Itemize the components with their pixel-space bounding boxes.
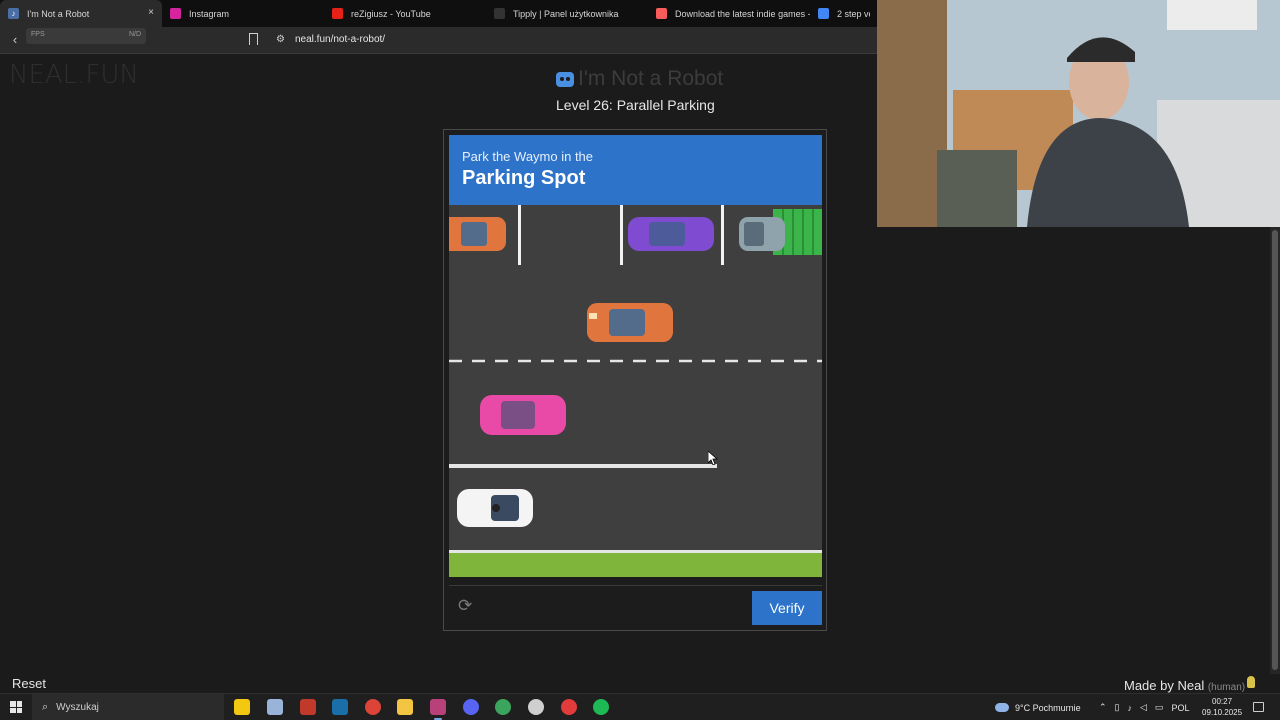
close-tab-icon[interactable]: × xyxy=(148,7,154,18)
windows-taskbar: ⌕ Wyszukaj 9°C Pochmurnie ⌃ ▯ ♪ ◁ ▭ POL … xyxy=(0,693,1280,720)
address-bar[interactable]: neal.fun/not-a-robot/ xyxy=(295,34,385,45)
weather-text: 9°C Pochmurnie xyxy=(1015,702,1081,713)
parking-line xyxy=(518,205,521,265)
clock-time: 00:27 xyxy=(1212,697,1233,706)
windows-start-icon[interactable] xyxy=(10,701,22,713)
tab-label: Download the latest indie games - It xyxy=(675,8,810,19)
battery-icon[interactable]: ▯ xyxy=(1115,702,1120,713)
refresh-icon[interactable]: ⟳ xyxy=(458,597,476,615)
search-placeholder: Wyszukaj xyxy=(56,702,99,713)
weather-widget[interactable]: 9°C Pochmurnie xyxy=(995,694,1081,720)
level-subtitle: Level 26: Parallel Parking xyxy=(556,97,715,113)
discord-icon[interactable] xyxy=(463,699,479,715)
tab-tipply[interactable]: Tipply | Panel użytkownika xyxy=(486,0,648,27)
parked-purple-car xyxy=(628,217,714,251)
app-icon[interactable] xyxy=(300,699,316,715)
scrollbar-thumb[interactable] xyxy=(1272,230,1278,670)
webcam-overlay xyxy=(877,0,1280,227)
waymo-car[interactable] xyxy=(457,489,533,527)
parking-scene xyxy=(449,205,822,577)
captcha-prompt-small: Park the Waymo in the xyxy=(462,149,594,164)
robot-icon xyxy=(556,71,574,87)
site-info-icon[interactable]: ⚙ xyxy=(276,34,285,45)
volume-icon[interactable]: ◁ xyxy=(1140,702,1147,713)
chevron-up-icon[interactable]: ⌃ xyxy=(1099,702,1107,713)
cloud-icon xyxy=(995,703,1009,712)
tab-label: reZigiusz - YouTube xyxy=(351,8,431,19)
network-icon[interactable]: ▭ xyxy=(1155,702,1164,713)
neal-fun-logo[interactable]: NEAL.FUN xyxy=(9,60,139,90)
system-tray: ⌃ ▯ ♪ ◁ ▭ POL xyxy=(1099,694,1189,720)
parked-orange-car xyxy=(449,217,506,251)
lightbulb-icon[interactable] xyxy=(1247,676,1255,688)
steam-icon[interactable] xyxy=(332,699,348,715)
solid-lane-line xyxy=(449,464,717,468)
mouse-cursor-icon xyxy=(708,451,718,465)
chrome-icon[interactable] xyxy=(365,699,381,715)
taskbar-search[interactable]: ⌕ Wyszukaj xyxy=(32,694,224,720)
spotify-icon[interactable] xyxy=(593,699,609,715)
page-title: I'm Not a Robot xyxy=(556,67,723,91)
webcam-picture xyxy=(877,0,1280,227)
clock-date: 09.10.2025 xyxy=(1202,708,1243,717)
settings-gear-icon[interactable] xyxy=(528,699,544,715)
search-icon: ⌕ xyxy=(42,701,49,713)
tab-label: Tipply | Panel użytkownika xyxy=(513,8,619,19)
parking-line xyxy=(620,205,623,265)
tab-label: Instagram xyxy=(189,8,230,19)
tipply-favicon-icon xyxy=(494,8,505,19)
captcha-box: Park the Waymo in the Parking Spot ⟳ Ver… xyxy=(443,129,827,631)
made-by-text: Made by Neal xyxy=(1124,678,1205,693)
robot-favicon-icon: ♪ xyxy=(8,8,19,19)
made-by-credit[interactable]: Made by Neal (human) xyxy=(1124,678,1245,693)
tab-im-not-a-robot[interactable]: ♪ I'm Not a Robot × xyxy=(0,0,162,27)
microphone-icon[interactable]: ♪ xyxy=(1128,703,1133,713)
youtube-favicon-icon xyxy=(332,8,343,19)
obs-icon[interactable] xyxy=(561,699,577,715)
fps-overlay: FPS N/D xyxy=(26,28,146,44)
screen: ♪ I'm Not a Robot × Instagram reZigiusz … xyxy=(0,0,1280,720)
tab-itch[interactable]: Download the latest indie games - It xyxy=(648,0,810,27)
verify-button[interactable]: Verify xyxy=(752,591,822,625)
grass-strip xyxy=(449,550,822,577)
page-scrollbar[interactable] xyxy=(1270,227,1280,674)
parked-grey-car xyxy=(739,217,785,251)
tab-label: 2 step veri xyxy=(837,8,870,19)
files-icon[interactable] xyxy=(267,699,283,715)
itch-favicon-icon xyxy=(656,8,667,19)
moving-pink-car xyxy=(480,395,566,435)
parking-game-area[interactable] xyxy=(449,205,822,577)
moving-orange-car xyxy=(587,303,673,342)
file-explorer-icon[interactable] xyxy=(397,699,413,715)
language-indicator[interactable]: POL xyxy=(1171,703,1189,713)
fps-label: FPS xyxy=(31,31,45,38)
taskbar-clock[interactable]: 00:27 09.10.2025 xyxy=(1202,696,1242,718)
sticky-notes-icon[interactable] xyxy=(234,699,250,715)
tab-instagram[interactable]: Instagram xyxy=(162,0,324,27)
tab-youtube[interactable]: reZigiusz - YouTube xyxy=(324,0,486,27)
notifications-icon[interactable] xyxy=(1253,702,1264,712)
tab-label: I'm Not a Robot xyxy=(27,8,90,19)
captcha-prompt-big: Parking Spot xyxy=(462,167,586,189)
bookmark-icon[interactable] xyxy=(249,33,258,45)
captcha-divider xyxy=(449,585,822,586)
fps-value: N/D xyxy=(128,31,141,38)
made-by-note: (human) xyxy=(1207,682,1246,693)
back-arrow-icon[interactable]: ‹ xyxy=(8,33,22,47)
tab-2-step[interactable]: 2 step veri xyxy=(810,0,870,27)
browser-app-icon[interactable] xyxy=(430,699,446,720)
utorrent-icon[interactable] xyxy=(495,699,511,715)
parking-line xyxy=(721,205,724,265)
instagram-favicon-icon xyxy=(170,8,181,19)
google-favicon-icon xyxy=(818,8,829,19)
page-title-text: I'm Not a Robot xyxy=(578,67,724,90)
captcha-header: Park the Waymo in the Parking Spot xyxy=(449,135,822,205)
reset-link[interactable]: Reset xyxy=(12,676,46,691)
